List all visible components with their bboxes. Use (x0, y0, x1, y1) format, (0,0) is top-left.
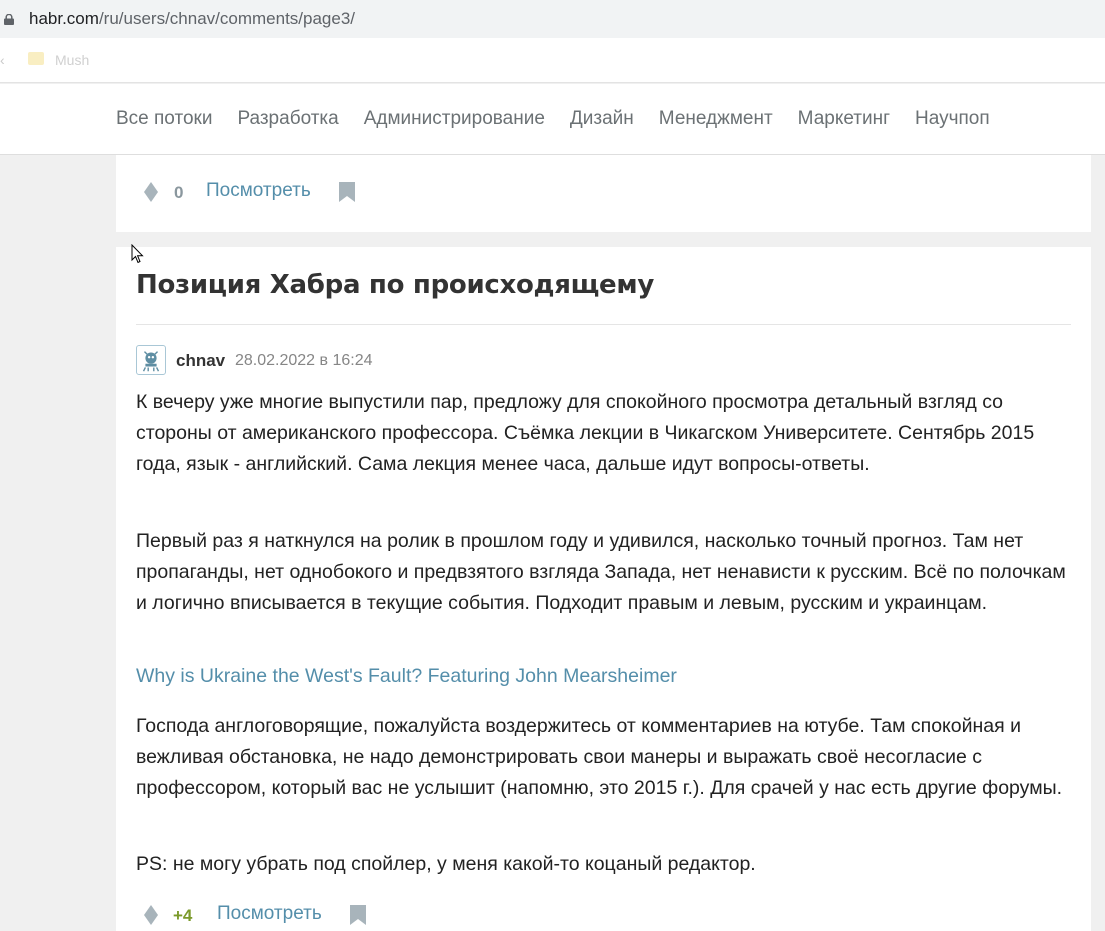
url-text[interactable]: habr.com/ru/users/chnav/comments/page3/ (29, 9, 355, 29)
view-comment-link[interactable]: Посмотреть (217, 903, 322, 925)
comment-score: 0 (174, 183, 184, 202)
nav-item-all-flows[interactable]: Все потоки (116, 108, 212, 130)
bookmark-folder-icon[interactable] (28, 52, 44, 65)
nav-item-design[interactable]: Дизайн (570, 108, 634, 130)
bookmarks-bar (0, 38, 1105, 83)
bookmark-icon[interactable] (350, 905, 366, 925)
vote-diamond-icon[interactable] (144, 905, 158, 925)
url-host: habr.com (29, 9, 99, 28)
nav-item-marketing[interactable]: Маркетинг (798, 108, 890, 130)
comment-score: +4 (173, 906, 193, 925)
nav-item-popsci[interactable]: Научпоп (915, 108, 990, 130)
vote-diamond-icon[interactable] (144, 182, 158, 202)
comment-paragraph-2: Первый раз я наткнулся на ролик в прошло… (136, 530, 1066, 614)
video-link[interactable]: Why is Ukraine the West's Fault? Featuri… (136, 665, 677, 688)
robot-avatar-icon (142, 351, 160, 372)
nav-item-administration[interactable]: Администрирование (364, 108, 545, 130)
nav-list: Все потоки Разработка Администрирование … (116, 108, 1015, 130)
lock-icon (4, 14, 14, 25)
nav-item-development[interactable]: Разработка (237, 108, 338, 130)
nav-item-management[interactable]: Менеджмент (659, 108, 773, 130)
comment-paragraph-1: К вечеру уже многие выпустили пар, предл… (136, 391, 1035, 475)
comment-date[interactable]: 28.02.2022 в 16:24 (235, 352, 373, 370)
bookmark-item-label[interactable]: Mush (55, 52, 89, 68)
chevron-left-icon[interactable]: ‹ (0, 52, 5, 68)
bookmark-icon[interactable] (339, 182, 355, 202)
url-path: /ru/users/chnav/comments/page3/ (98, 9, 356, 28)
mouse-cursor-icon (131, 244, 144, 264)
comment-paragraph-4: PS: не могу убрать под спойлер, у меня к… (136, 853, 756, 875)
comment-paragraph-3: Господа англоговорящие, пожалуйста возде… (136, 715, 1063, 799)
avatar[interactable] (136, 345, 166, 375)
browser-address-bar[interactable]: habr.com/ru/users/chnav/comments/page3/ (0, 0, 1105, 38)
post-title[interactable]: Позиция Хабра по происходящему (136, 270, 654, 300)
title-divider (136, 324, 1071, 325)
author-name[interactable]: chnav (176, 351, 225, 371)
view-comment-link[interactable]: Посмотреть (206, 180, 311, 202)
